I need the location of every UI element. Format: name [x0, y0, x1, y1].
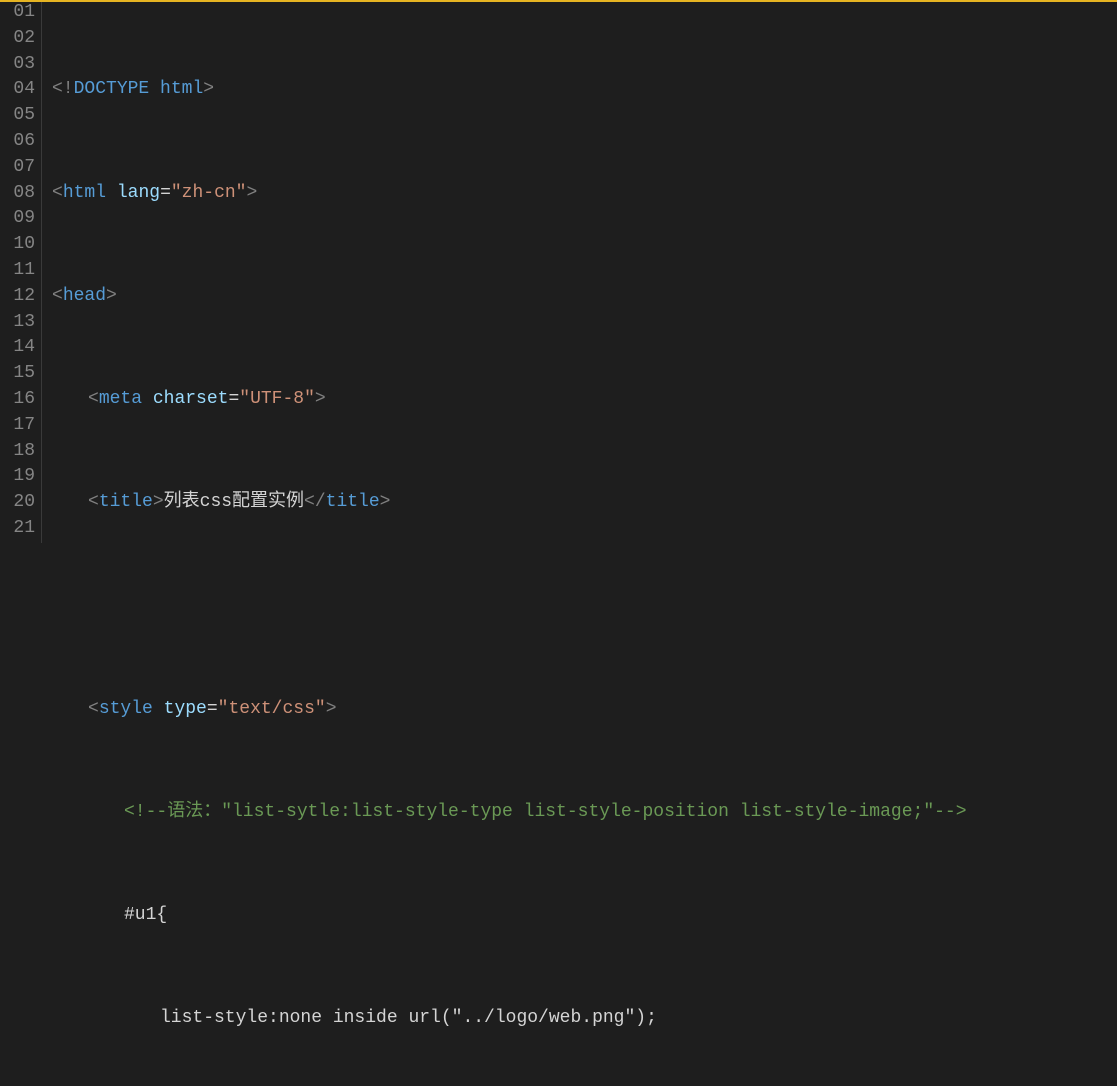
line-number: 08	[4, 181, 35, 207]
code-line: list-style:none inside url("../logo/web.…	[52, 1006, 967, 1032]
line-number: 20	[4, 490, 35, 516]
code-line	[52, 593, 967, 619]
line-number: 11	[4, 258, 35, 284]
code-line: #u1{	[52, 903, 967, 929]
line-number: 07	[4, 155, 35, 181]
line-number: 03	[4, 52, 35, 78]
line-number-gutter: 01 02 03 04 05 06 07 08 09 10 11 12 13 1…	[0, 0, 42, 543]
line-number: 01	[4, 0, 35, 26]
line-number: 04	[4, 77, 35, 103]
code-line: <!--语法："list-sytle:list-style-type list-…	[52, 800, 967, 826]
code-line: <title>列表css配置实例</title>	[52, 490, 967, 516]
line-number: 17	[4, 413, 35, 439]
line-number: 13	[4, 310, 35, 336]
line-number: 21	[4, 516, 35, 542]
line-number: 10	[4, 232, 35, 258]
line-number: 12	[4, 284, 35, 310]
code-editor[interactable]: <!DOCTYPE html> <html lang="zh-cn"> <hea…	[42, 0, 967, 543]
code-line: <html lang="zh-cn">	[52, 181, 967, 207]
code-line: <!DOCTYPE html>	[52, 77, 967, 103]
code-line: <head>	[52, 284, 967, 310]
line-number: 05	[4, 103, 35, 129]
line-number: 06	[4, 129, 35, 155]
line-number: 14	[4, 335, 35, 361]
line-number: 15	[4, 361, 35, 387]
line-number: 09	[4, 206, 35, 232]
code-line: <style type="text/css">	[52, 697, 967, 723]
code-line: <meta charset="UTF-8">	[52, 387, 967, 413]
line-number: 19	[4, 464, 35, 490]
line-number: 18	[4, 439, 35, 465]
line-number: 02	[4, 26, 35, 52]
line-number: 16	[4, 387, 35, 413]
